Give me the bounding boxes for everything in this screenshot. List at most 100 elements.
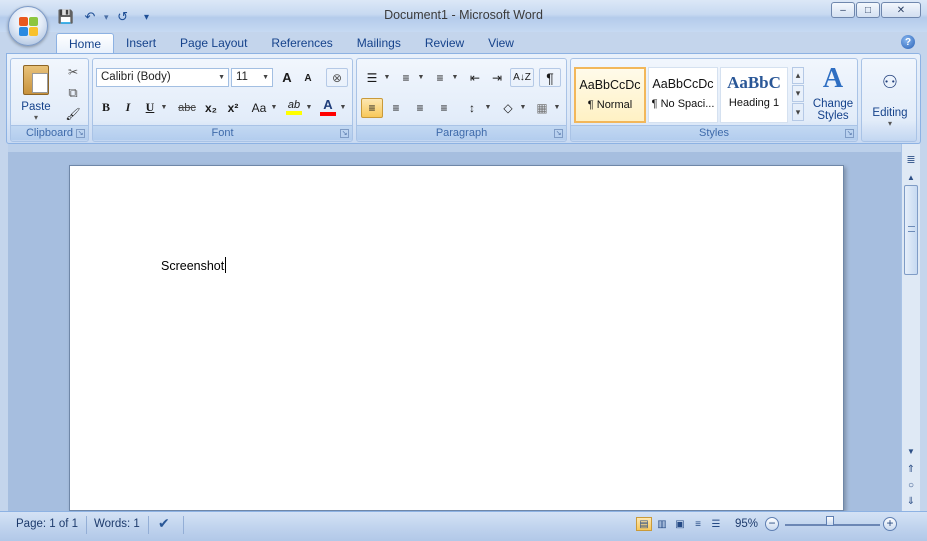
page-count-status[interactable]: Page: 1 of 1 <box>16 518 78 530</box>
paste-button[interactable]: Paste ▾ <box>17 63 55 123</box>
strikethrough-button[interactable]: abc <box>175 98 199 117</box>
minimize-button[interactable]: – <box>831 2 855 18</box>
bullets-dropdown-icon[interactable]: ▼ <box>383 68 391 87</box>
maximize-button[interactable]: □ <box>856 2 880 18</box>
clear-formatting-icon[interactable]: ⊗ <box>326 68 348 87</box>
close-button[interactable]: ✕ <box>881 2 921 18</box>
print-layout-view-icon[interactable]: ▤ <box>636 517 652 531</box>
grow-font-button[interactable]: A <box>277 68 297 87</box>
tab-insert[interactable]: Insert <box>114 33 168 54</box>
style-heading-1[interactable]: AaBbC Heading 1 <box>720 67 788 123</box>
subscript-button[interactable]: x₂ <box>201 98 221 117</box>
help-icon[interactable]: ? <box>901 35 915 49</box>
paragraph-launcher-icon[interactable]: ↘ <box>554 129 563 138</box>
center-icon[interactable]: ≡ <box>385 98 407 118</box>
document-page[interactable]: Screenshot <box>69 165 844 511</box>
styles-scroll-up-icon[interactable]: ▴ <box>792 67 804 84</box>
font-size-dropdown-icon[interactable]: ▼ <box>262 74 269 81</box>
justify-icon[interactable]: ≡ <box>433 98 455 118</box>
line-spacing-dropdown-icon[interactable]: ▼ <box>484 98 492 117</box>
tab-view[interactable]: View <box>476 33 526 54</box>
font-name-combo[interactable]: Calibri (Body) ▼ <box>96 68 229 87</box>
change-styles-button[interactable]: A Change Styles <box>811 62 855 124</box>
paste-label: Paste <box>21 100 51 113</box>
show-formatting-marks-icon[interactable]: ¶ <box>539 68 561 87</box>
office-button[interactable] <box>8 6 48 46</box>
tab-mailings[interactable]: Mailings <box>345 33 413 54</box>
full-screen-reading-view-icon[interactable]: ▥ <box>654 517 670 531</box>
italic-button[interactable]: I <box>119 98 137 117</box>
increase-indent-icon[interactable]: ⇥ <box>487 68 507 87</box>
font-name-dropdown-icon[interactable]: ▼ <box>218 74 225 81</box>
zoom-in-button[interactable]: + <box>883 517 897 531</box>
change-case-button[interactable]: Aa <box>247 98 271 117</box>
style-normal[interactable]: AaBbCcDc ¶ Normal <box>574 67 646 123</box>
align-right-icon[interactable]: ≡ <box>409 98 431 118</box>
view-ruler-icon[interactable]: ≣ <box>904 152 918 166</box>
borders-dropdown-icon[interactable]: ▼ <box>553 98 561 117</box>
clipboard-group: Paste ▾ ✂ ⧉ 🖌 Clipboard ↘ <box>10 58 89 142</box>
document-area: Screenshot <box>8 144 901 511</box>
styles-scroll-down-icon[interactable]: ▾ <box>792 85 804 102</box>
scroll-up-icon[interactable]: ▲ <box>904 170 918 184</box>
tab-references[interactable]: References <box>259 33 344 54</box>
change-styles-label-2: Styles <box>817 110 849 122</box>
font-launcher-icon[interactable]: ↘ <box>340 129 349 138</box>
shading-icon[interactable]: ◇ <box>497 98 519 118</box>
shading-dropdown-icon[interactable]: ▼ <box>519 98 527 117</box>
highlight-dropdown-icon[interactable]: ▼ <box>305 98 313 117</box>
font-size-combo[interactable]: 11 ▼ <box>231 68 273 87</box>
format-painter-icon[interactable]: 🖌 <box>63 105 83 123</box>
sort-icon[interactable]: A↓Z <box>510 68 534 87</box>
superscript-button[interactable]: x² <box>223 98 243 117</box>
borders-icon[interactable]: ▦ <box>531 98 553 118</box>
shrink-font-button[interactable]: A <box>298 70 318 87</box>
previous-page-icon[interactable]: ⇑ <box>904 462 918 476</box>
next-page-icon[interactable]: ⇓ <box>904 494 918 508</box>
highlight-color-swatch <box>286 110 302 115</box>
tab-page-layout[interactable]: Page Layout <box>168 33 259 54</box>
styles-more-icon[interactable]: ▾ <box>792 103 804 121</box>
web-layout-view-icon[interactable]: ▣ <box>672 517 688 531</box>
styles-launcher-icon[interactable]: ↘ <box>845 129 854 138</box>
font-color-button[interactable]: A <box>317 96 339 117</box>
draft-view-icon[interactable]: ☰ <box>708 517 724 531</box>
copy-icon[interactable]: ⧉ <box>63 84 83 102</box>
clipboard-launcher-icon[interactable]: ↘ <box>76 129 85 138</box>
multilevel-list-icon[interactable]: ≡ <box>429 68 451 87</box>
scroll-down-icon[interactable]: ▼ <box>904 444 918 458</box>
underline-dropdown-icon[interactable]: ▼ <box>159 98 169 117</box>
bullets-icon[interactable]: ☰ <box>361 68 383 87</box>
align-left-icon[interactable]: ≡ <box>361 98 383 118</box>
decrease-indent-icon[interactable]: ⇤ <box>465 68 485 87</box>
change-case-dropdown-icon[interactable]: ▼ <box>270 98 278 117</box>
style-no-spacing[interactable]: AaBbCcDc ¶ No Spaci... <box>648 67 718 123</box>
proofing-icon[interactable]: ✔ <box>158 515 170 532</box>
multilevel-dropdown-icon[interactable]: ▼ <box>451 68 459 87</box>
tab-review[interactable]: Review <box>413 33 476 54</box>
outline-view-icon[interactable]: ≡ <box>690 517 706 531</box>
cut-icon[interactable]: ✂ <box>63 63 83 81</box>
ribbon-tabs: Home Insert Page Layout References Maili… <box>56 33 526 54</box>
tab-home[interactable]: Home <box>56 33 115 54</box>
font-group-label: Font <box>93 125 352 140</box>
numbering-dropdown-icon[interactable]: ▼ <box>417 68 425 87</box>
vertical-scrollbar[interactable]: ≣ ▲ ▼ ⇑ ○ ⇓ <box>901 144 920 511</box>
highlight-button[interactable]: ab <box>283 96 305 117</box>
bold-button[interactable]: B <box>97 98 115 117</box>
zoom-slider-thumb[interactable] <box>825 516 834 530</box>
scroll-thumb[interactable] <box>904 185 918 275</box>
line-spacing-icon[interactable]: ↕ <box>460 98 484 118</box>
word-count-status[interactable]: Words: 1 <box>94 518 140 530</box>
style-normal-name: ¶ Normal <box>587 99 633 111</box>
underline-button[interactable]: U <box>141 98 159 117</box>
font-color-dropdown-icon[interactable]: ▼ <box>339 98 347 117</box>
select-browse-object-icon[interactable]: ○ <box>904 478 918 492</box>
editing-group: ⚇ Editing ▾ <box>861 58 917 142</box>
zoom-out-button[interactable]: − <box>765 517 779 531</box>
numbering-icon[interactable]: ≡ <box>395 68 417 87</box>
zoom-level[interactable]: 95% <box>735 518 758 530</box>
document-text[interactable]: Screenshot <box>161 257 227 273</box>
style-heading-1-sample: AaBbC <box>727 73 781 92</box>
editing-button[interactable]: ⚇ Editing ▾ <box>868 62 912 138</box>
